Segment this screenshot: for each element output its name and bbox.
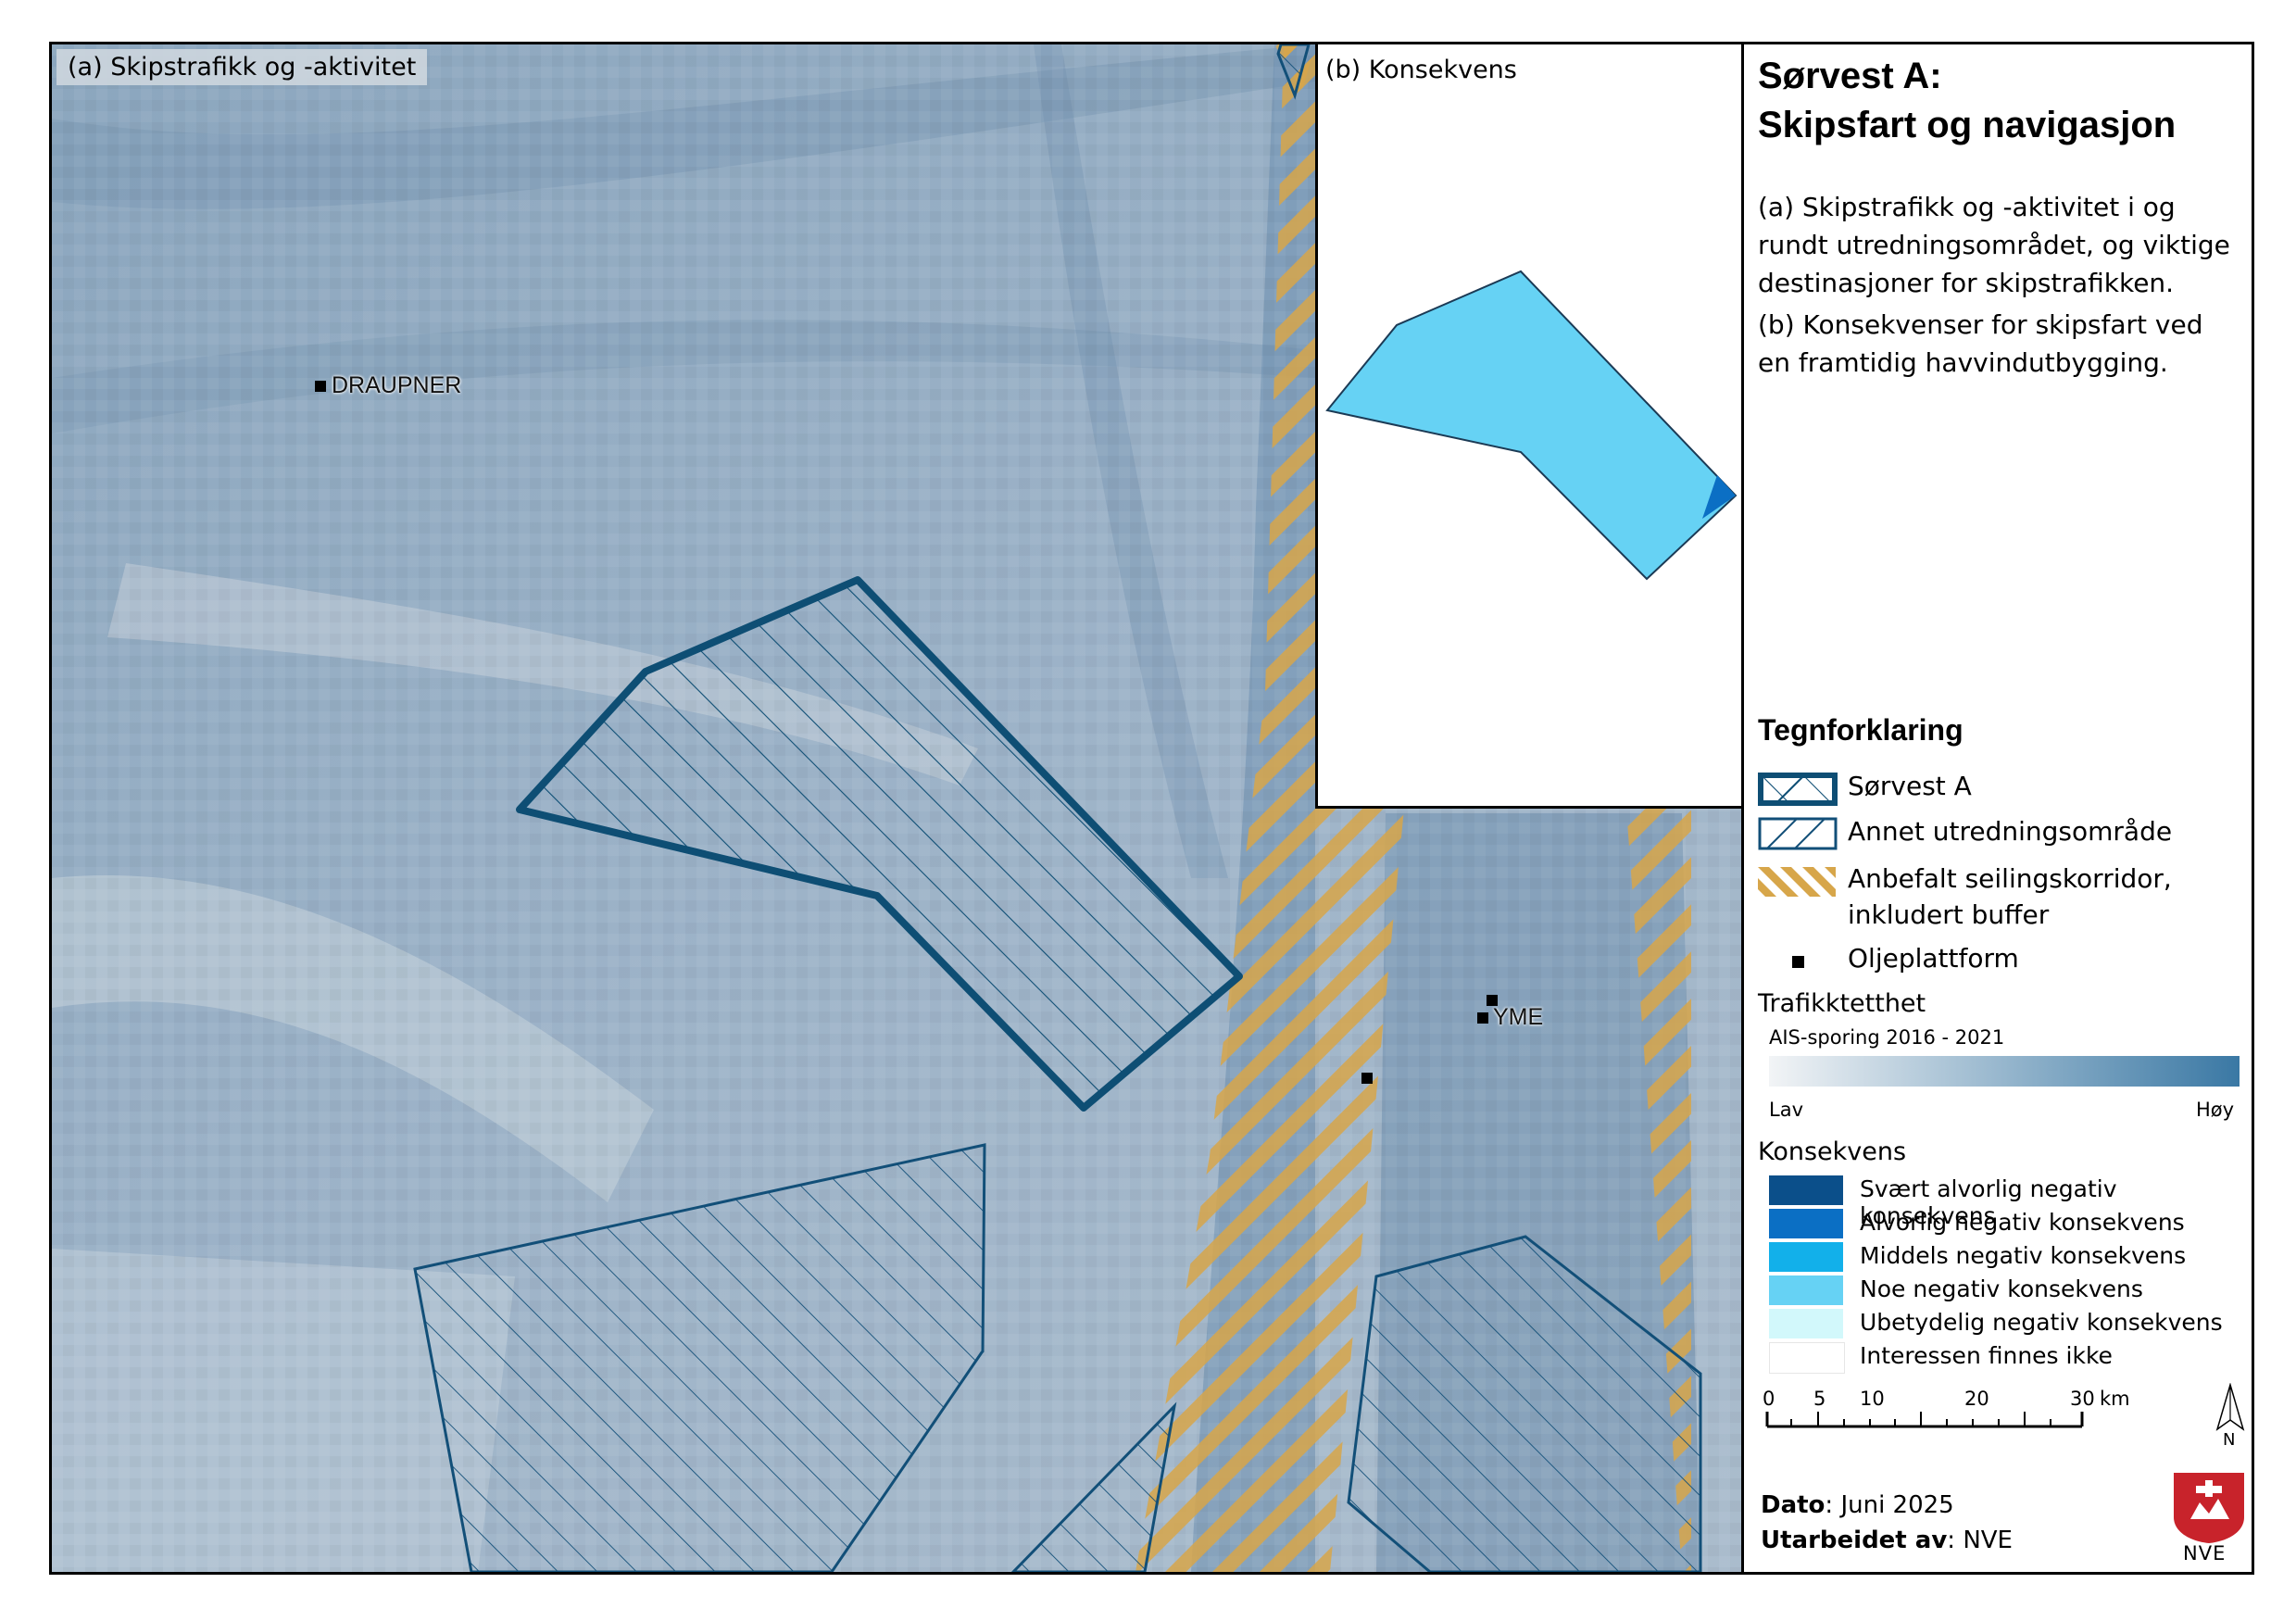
scale-tick-30: 30 [2070,1388,2095,1410]
date-label: Dato [1761,1491,1826,1519]
inset-consequence-map: (b) Konsekvens [1315,44,1741,809]
date-value: : Juni 2025 [1825,1491,1954,1519]
consequence-swatch [1769,1309,1843,1338]
consequence-label: Middels negativ konsekvens [1860,1242,2187,1269]
nve-logo-icon [2174,1473,2244,1543]
draupner-label: DRAUPNER [332,372,462,398]
scale-tick-5: 5 [1813,1388,1826,1410]
traffic-title: Trafikktetthet [1758,989,1926,1018]
map-title-line1: Sørvest A: [1758,56,1942,96]
consequence-swatch [1769,1175,1843,1205]
legend-platform-label: Oljeplattform [1848,943,2019,974]
legend-annet-symbol [1758,817,1838,850]
yme-label: YME [1493,1004,1544,1030]
side-panel: Sørvest A: Skipsfart og navigasjon (a) S… [1741,44,2252,1572]
oil-platform-yme [1477,1012,1488,1024]
legend-corridor-label: Anbefalt seilingskorridor, inkludert buf… [1848,863,2172,930]
oil-platform-draupner [315,381,326,392]
traffic-subtitle: AIS-sporing 2016 - 2021 [1769,1026,2005,1049]
description-b: (b) Konsekvenser for skipsfart ved en fr… [1758,309,2203,378]
scale-tick-0: 0 [1763,1388,1775,1410]
description-a: (a) Skipstrafikk og -aktivitet i og rund… [1758,192,2230,298]
traffic-low-label: Lav [1769,1099,1803,1121]
date-line: Dato: Juni 2025 [1761,1491,1954,1519]
map-frame: (a) Skipstrafikk og -aktivitet DRAUPNER … [49,42,2254,1575]
author-label: Utarbeidet av [1761,1527,1948,1554]
legend-platform-symbol [1792,956,1804,968]
legend-corridor-symbol [1758,867,1836,897]
legend-sorvest-symbol [1758,773,1838,806]
map-title-line2: Skipsfart og navigasjon [1758,105,2177,145]
consequence-swatch [1769,1209,1843,1238]
author-line: Utarbeidet av: NVE [1761,1527,2013,1554]
traffic-colorbar [1769,1056,2240,1087]
oil-platform [1361,1073,1373,1084]
consequence-title: Konsekvens [1758,1137,1907,1166]
consequence-label: Ubetydelig negativ konsekvens [1860,1309,2223,1336]
author-value: : NVE [1947,1527,2013,1554]
legend-sorvest-label: Sørvest A [1848,771,1972,801]
consequence-noe-negativ [1325,270,1738,581]
panel-a-title: (a) Skipstrafikk og -aktivitet [56,49,428,85]
legend-title: Tegnforklaring [1758,713,1964,747]
consequence-label: Noe negativ konsekvens [1860,1275,2143,1302]
scale-tick-10: 10 [1860,1388,1885,1410]
consequence-swatch [1769,1242,1843,1272]
scale-bar [1765,1412,2084,1428]
nve-logo-text: NVE [2183,1542,2227,1564]
scale-unit: km [2100,1388,2130,1410]
consequence-swatch [1769,1275,1843,1305]
legend-annet-label: Annet utredningsområde [1848,816,2173,847]
traffic-high-label: Høy [2196,1099,2235,1121]
inset-canvas [1325,270,1738,581]
scale-tick-20: 20 [1964,1388,1989,1410]
north-label: N [2223,1430,2236,1450]
consequence-label: Alvorlig negativ konsekvens [1860,1209,2185,1236]
